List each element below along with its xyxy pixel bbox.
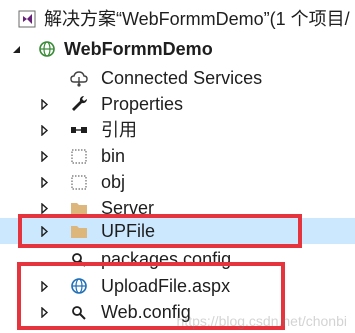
connected-services-icon [68,65,90,91]
tree-item-upfile[interactable]: UPFile [0,218,355,244]
tree-item-label: UploadFile.aspx [101,276,231,296]
solution-node[interactable]: 解决方案“WebFormmDemo”(1 个项目/ [0,6,355,32]
tree-item-bin[interactable]: bin [0,143,355,169]
tree-item-properties[interactable]: Properties [0,91,355,117]
collapsed-arrow-icon[interactable] [37,117,51,143]
project-node[interactable]: WebFormmDemo [0,36,355,62]
watermark: https://blog.csdn.net/chonbi [176,313,347,329]
collapsed-arrow-icon[interactable] [37,91,51,117]
tree-item-label: obj [101,172,126,192]
collapsed-arrow-icon[interactable] [37,143,51,169]
wrench-icon [68,91,90,117]
tree-item-references[interactable]: 引用 [0,117,355,143]
tree-item-label: UPFile [101,221,156,241]
tree-item-label: 引用 [101,120,137,140]
collapsed-arrow-icon[interactable] [37,218,51,244]
tree-item-label: bin [101,146,126,166]
tree-item-obj[interactable]: obj [0,169,355,195]
visual-studio-solution-icon [16,6,38,32]
tree-item-uploadfile-aspx[interactable]: UploadFile.aspx [0,273,355,299]
dotted-folder-icon [68,169,90,195]
expanded-arrow-icon[interactable] [9,36,23,62]
collapsed-arrow-icon[interactable] [37,169,51,195]
tree-item-label: Connected Services [101,68,263,88]
tree-item-label: packages.config [101,249,232,269]
dotted-folder-icon [68,143,90,169]
web-project-globe-icon [36,36,58,62]
collapsed-arrow-icon[interactable] [37,299,51,325]
project-label: WebFormmDemo [64,39,213,59]
config-icon [68,299,90,325]
collapsed-arrow-icon[interactable] [37,273,51,299]
tree-item-label: Properties [101,94,184,114]
solution-explorer-tree: 解决方案“WebFormmDemo”(1 个项目/ WebFormmDemo C… [0,0,355,333]
tree-item-packages-config[interactable]: packages.config [0,246,355,272]
globe-icon [68,273,90,299]
config-icon [68,246,90,272]
solution-label: 解决方案“WebFormmDemo”(1 个项目/ [44,9,350,29]
folder-icon [68,218,90,244]
tree-item-connected-services[interactable]: Connected Services [0,65,355,91]
references-icon [68,117,90,143]
